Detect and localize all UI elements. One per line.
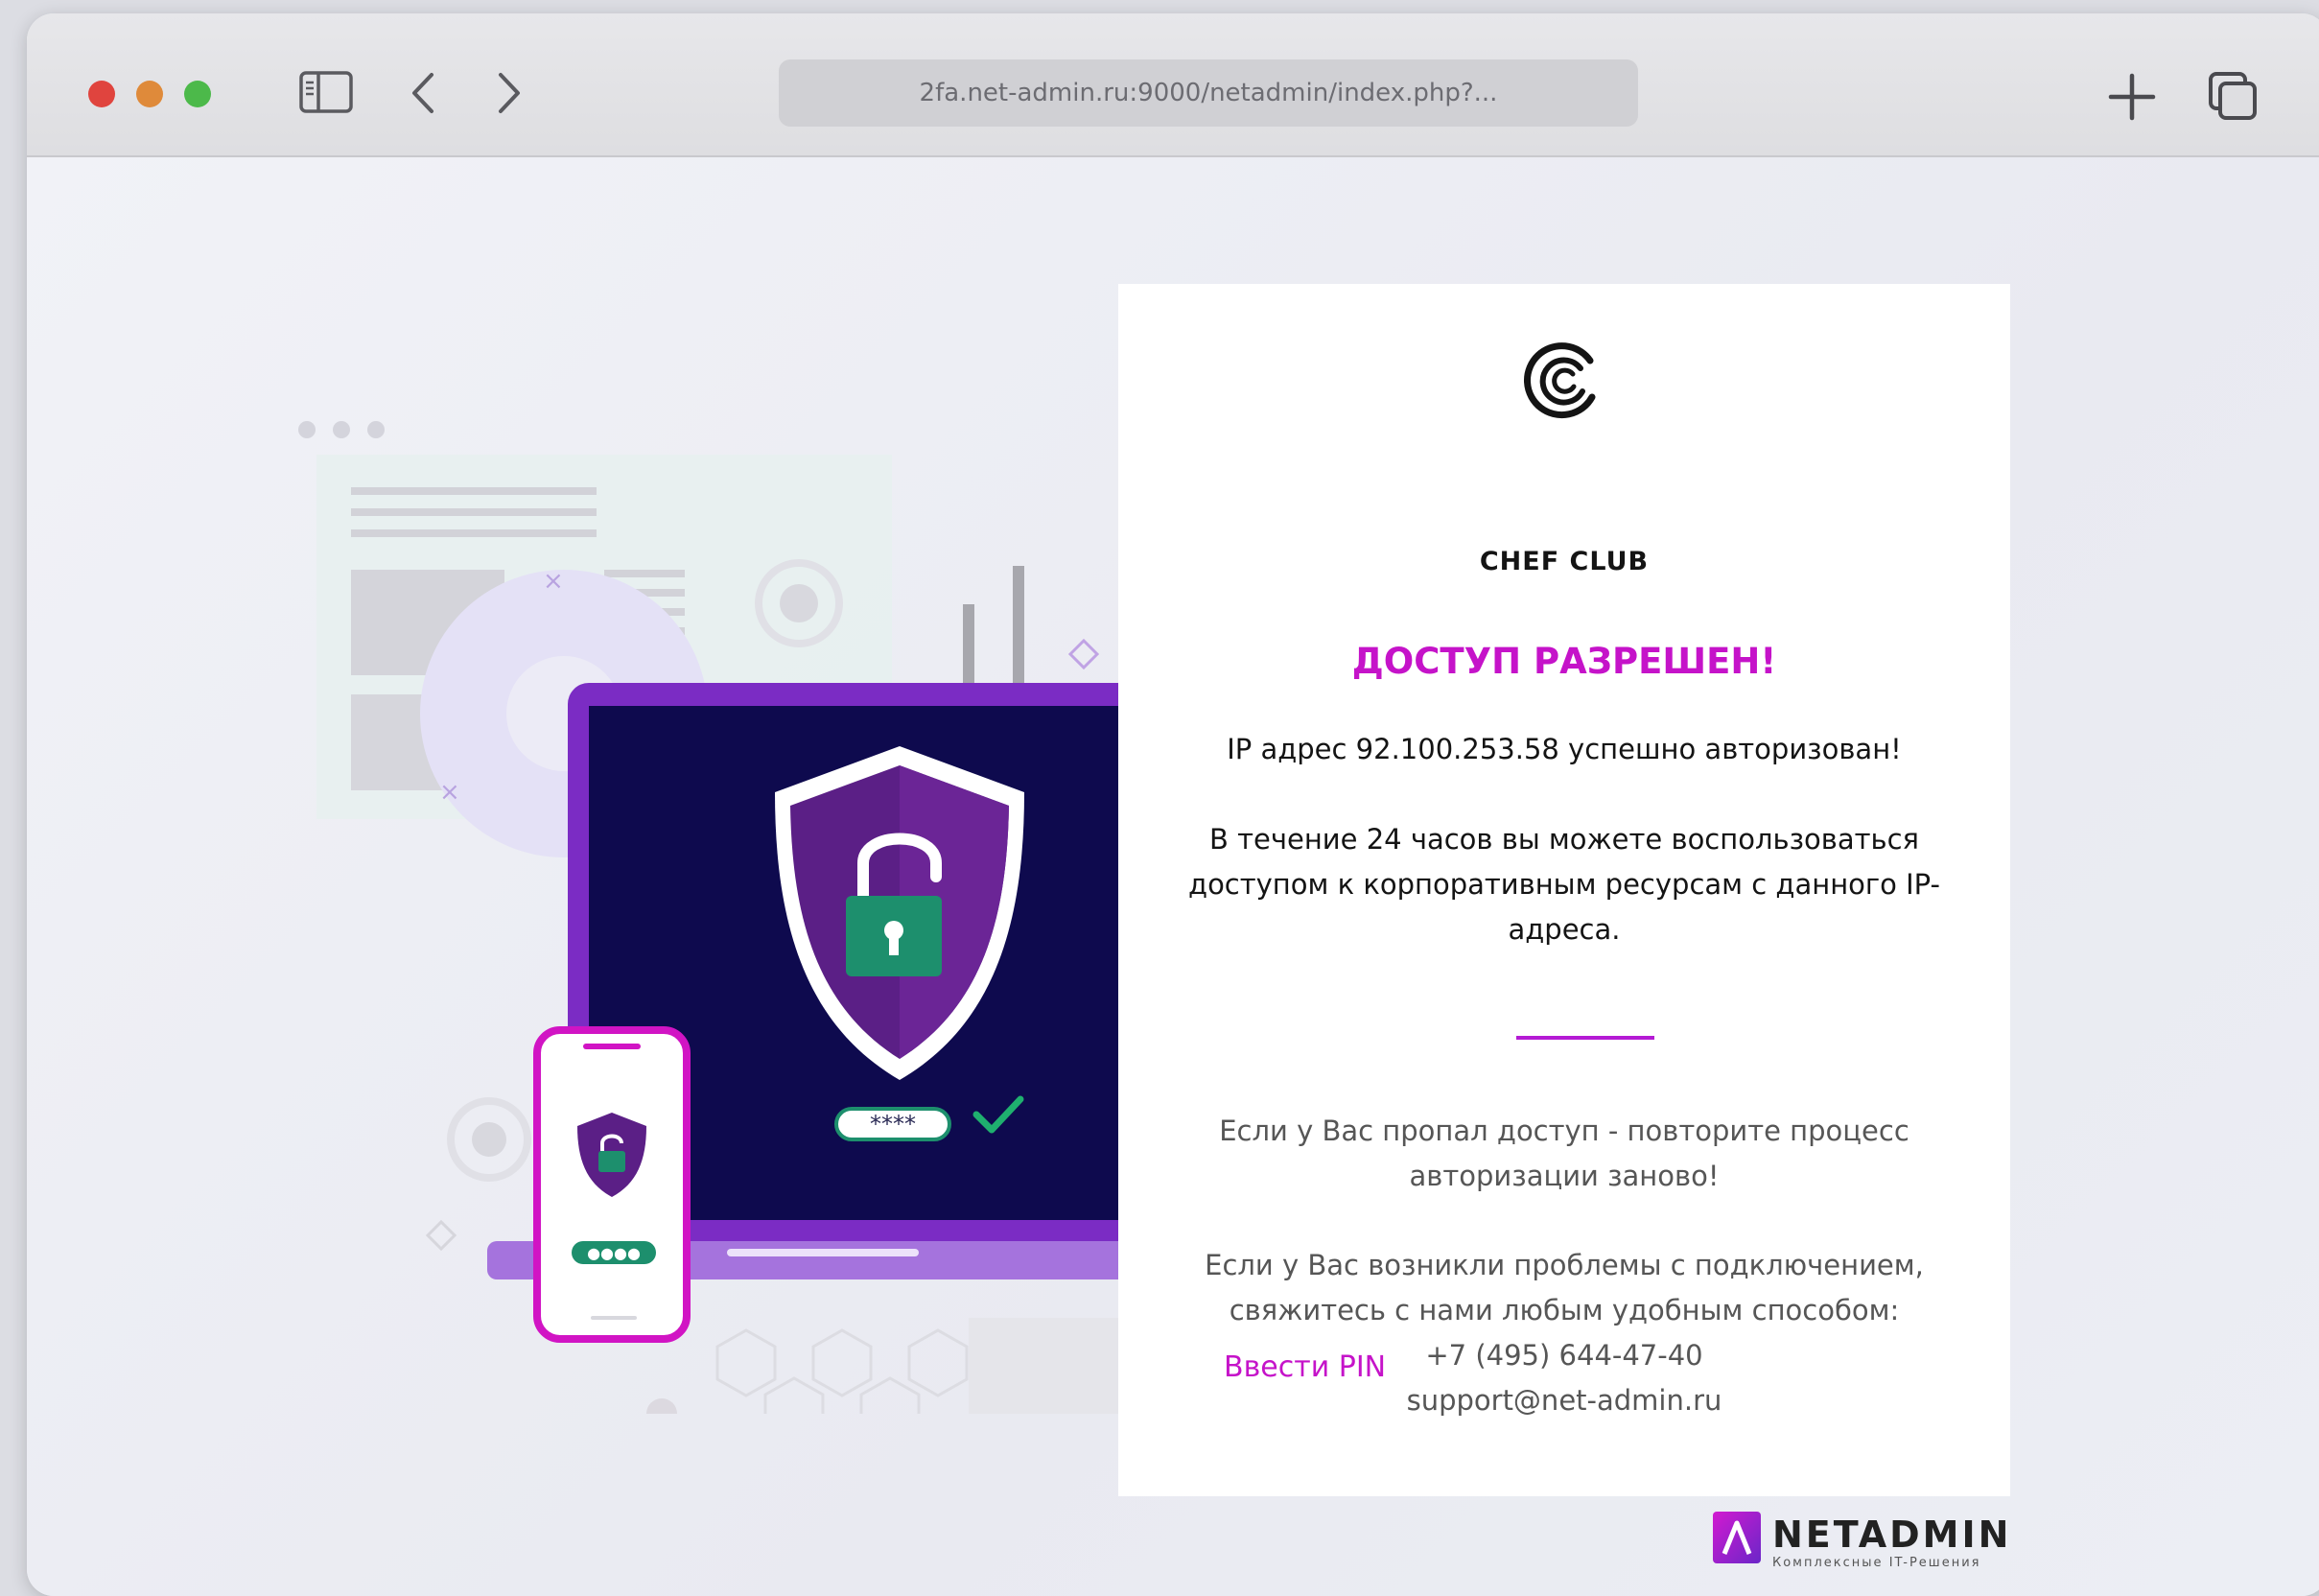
brand-name: CHEF CLUB [1479,547,1650,576]
divider [1516,1036,1654,1040]
address-bar-url: 2fa.net-admin.ru:9000/netadmin/index.php… [919,79,1498,107]
address-bar[interactable]: 2fa.net-admin.ru:9000/netadmin/index.php… [779,59,1638,127]
company-tagline: Комплексные IT-Решения [1772,1556,1981,1570]
netadmin-logo-icon [1713,1512,1761,1563]
browser-toolbar: 2fa.net-admin.ru:9000/netadmin/index.php… [27,13,2319,157]
chef-club-logo-icon [1524,342,1596,419]
new-tab-icon[interactable] [2108,73,2156,121]
auth-result-card: CHEF CLUB ДОСТУП РАЗРЕШЕН! IP адрес 92.1… [1118,284,2010,1496]
browser-window: 2fa.net-admin.ru:9000/netadmin/index.php… [27,13,2319,1596]
forward-icon[interactable] [495,71,524,115]
company-name: NETADMIN [1772,1514,2012,1556]
close-window-button[interactable] [88,81,115,107]
security-illustration: × × **** ●●●● [298,421,1139,1414]
page-content: × × **** ●●●● CHEF CLUB ДОСТУП РАЗРЕШЕН!… [27,157,2319,1596]
support-email: support@net-admin.ru [1406,1384,1722,1417]
svg-text:×: × [543,567,564,596]
password-mask: **** [870,1111,916,1138]
enter-pin-link[interactable]: Ввести PIN [1224,1350,1386,1384]
tab-overview-icon[interactable] [2208,71,2258,121]
access-duration-message: В течение 24 часов вы можете воспользова… [1188,823,1940,946]
minimize-window-button[interactable] [136,81,163,107]
retry-message: Если у Вас пропал доступ - повторите про… [1219,1115,1909,1192]
sidebar-toggle-icon[interactable] [299,71,353,113]
page-title: ДОСТУП РАЗРЕШЕН! [1351,641,1777,682]
back-icon[interactable] [409,71,437,115]
svg-text:×: × [439,778,460,807]
maximize-window-button[interactable] [184,81,211,107]
support-message: Если у Вас возникли проблемы с подключен… [1205,1249,1924,1326]
phone-pin-mask: ●●●● [587,1244,641,1262]
ip-authorized-message: IP адрес 92.100.253.58 успешно авторизов… [1227,733,1902,765]
netadmin-logo: NETADMIN Комплексные IT-Решения [1713,1512,2008,1570]
